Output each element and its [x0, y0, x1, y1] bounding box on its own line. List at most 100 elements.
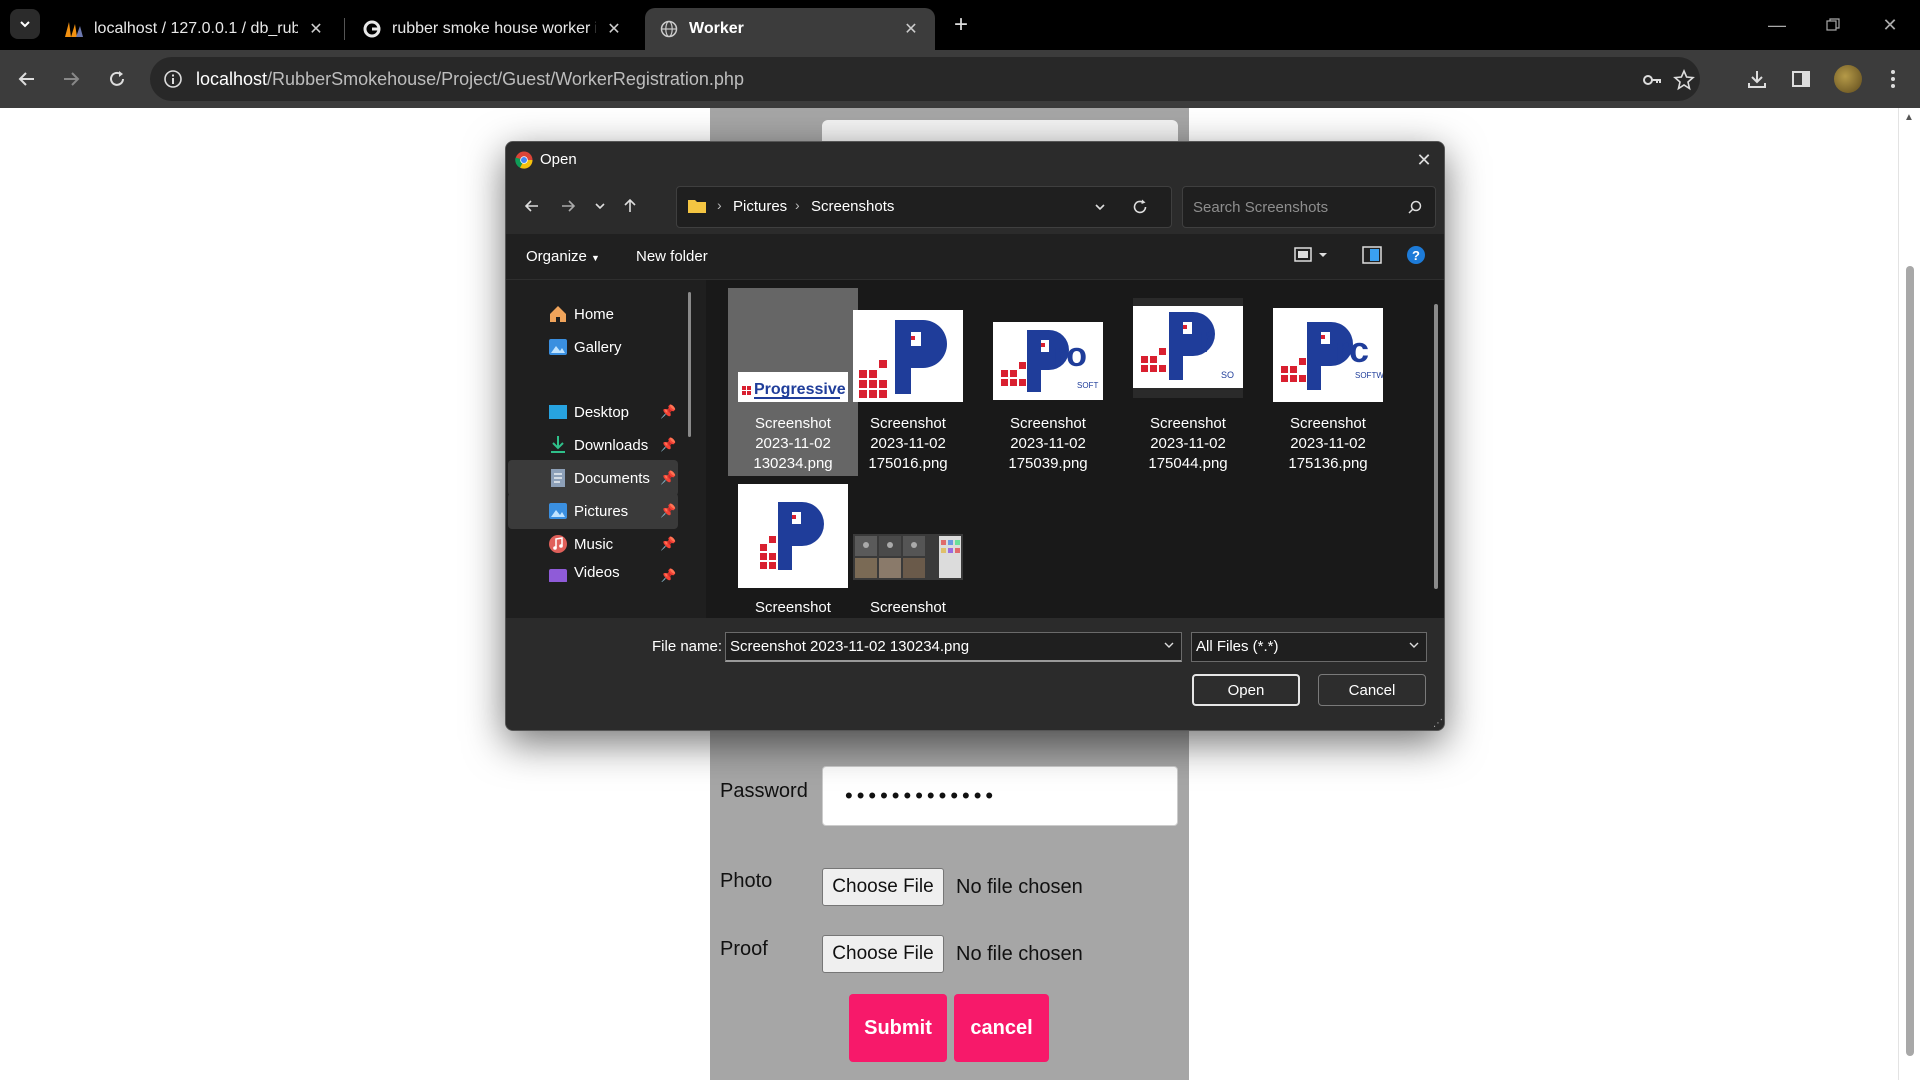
file-item[interactable]: ro SOFT Screenshot 2023-11-02 175039.png	[983, 288, 1113, 476]
file-thumbnail	[738, 484, 848, 588]
up-arrow-icon[interactable]	[616, 192, 644, 220]
nav-item-desktop[interactable]: Desktop 📌	[508, 394, 678, 430]
nav-item-home[interactable]: Home	[508, 296, 678, 332]
nav-item-gallery[interactable]: Gallery	[508, 329, 678, 365]
url-path: /RubberSmokehouse/Project/Guest/WorkerRe…	[267, 69, 744, 89]
close-tab-icon[interactable]: ✕	[901, 19, 921, 39]
photo-label: Photo	[720, 870, 773, 892]
globe-icon	[659, 19, 679, 39]
file-name-value: Screenshot 2023-11-02 130234.png	[730, 638, 970, 655]
close-tab-icon[interactable]: ✕	[306, 19, 326, 39]
file-thumbnail: r SO	[1133, 298, 1243, 398]
dialog-nav-pane: Home Gallery Desktop 📌 Downloads 📌 Docum…	[506, 280, 706, 618]
address-dropdown-icon[interactable]	[1093, 200, 1107, 219]
file-thumbnail	[853, 310, 963, 402]
cancel-button[interactable]: cancel	[954, 994, 1049, 1062]
side-panel-icon[interactable]	[1786, 64, 1816, 94]
forward-icon[interactable]	[56, 64, 86, 94]
pin-icon[interactable]: 📌	[660, 437, 676, 453]
back-icon[interactable]	[12, 64, 42, 94]
dialog-search-box[interactable]: Search Screenshots	[1182, 186, 1436, 228]
more-menu-icon[interactable]	[1878, 64, 1908, 94]
restore-icon[interactable]	[1818, 10, 1848, 40]
new-tab-button[interactable]: +	[948, 11, 974, 38]
tab-separator	[344, 18, 345, 40]
back-arrow-icon[interactable]	[518, 192, 546, 220]
minimize-icon[interactable]: —	[1762, 10, 1792, 40]
address-bar[interactable]: localhost/RubberSmokehouse/Project/Guest…	[150, 57, 1700, 101]
close-tab-icon[interactable]: ✕	[604, 19, 624, 39]
file-item[interactable]: Progressive Screenshot 2023-11-02 130234.p…	[728, 288, 858, 476]
refresh-icon[interactable]	[1131, 198, 1149, 221]
breadcrumb-pictures[interactable]: Pictures	[733, 198, 787, 215]
resize-grip-icon[interactable]: ⋰	[1433, 718, 1443, 729]
view-options-icon[interactable]	[1294, 246, 1334, 268]
open-button[interactable]: Open	[1192, 674, 1300, 706]
dialog-cancel-button[interactable]: Cancel	[1318, 674, 1426, 706]
proof-choose-file-button[interactable]: Choose File	[822, 935, 944, 973]
new-folder-button[interactable]: New folder	[636, 248, 708, 265]
pin-icon[interactable]: 📌	[660, 503, 676, 519]
pin-icon[interactable]: 📌	[660, 536, 676, 552]
nav-item-downloads[interactable]: Downloads 📌	[508, 427, 678, 463]
reload-icon[interactable]	[102, 64, 132, 94]
pin-icon[interactable]: 📌	[660, 470, 676, 486]
submit-button[interactable]: Submit	[849, 994, 947, 1062]
tab-worker[interactable]: Worker ✕	[645, 8, 935, 50]
tab-google-search[interactable]: rubber smoke house worker in ✕	[348, 8, 638, 50]
thumbnail-logo-text: Progressive	[754, 381, 846, 398]
chrome-icon	[515, 151, 533, 169]
file-open-dialog: Open ✕ › Pictures › Screenshots Search S…	[505, 141, 1445, 731]
nav-item-music[interactable]: Music 📌	[508, 526, 678, 562]
page-scrollbar[interactable]: ▲	[1898, 108, 1920, 1080]
dialog-address-bar[interactable]: › Pictures › Screenshots	[676, 186, 1172, 228]
tab-search-button[interactable]	[10, 9, 40, 39]
file-name-label: Screenshot 2023-11-02 175136.png	[1288, 415, 1368, 472]
photo-choose-file-button[interactable]: Choose File	[822, 868, 944, 906]
password-input[interactable]: •••••••••••••	[822, 766, 1178, 826]
forward-arrow-icon[interactable]	[554, 192, 582, 220]
file-item[interactable]: rc SOFTW Screenshot 2023-11-02 175136.png	[1263, 288, 1393, 476]
thumbnail-logo-text: SOFT	[1077, 381, 1098, 390]
recent-locations-icon[interactable]	[586, 192, 614, 220]
nav-item-videos[interactable]: Videos 📌	[508, 558, 678, 582]
photo-file-status: No file chosen	[956, 876, 1083, 898]
preview-pane-icon[interactable]	[1362, 246, 1382, 268]
pin-icon[interactable]: 📌	[660, 404, 676, 420]
close-window-icon[interactable]: ✕	[1875, 10, 1905, 40]
tab-title: localhost / 127.0.0.1 / db_rubbe	[94, 20, 298, 37]
caret-down-icon: ▼	[591, 253, 600, 263]
desktop-icon	[549, 405, 567, 419]
file-name-input[interactable]: Screenshot 2023-11-02 130234.png	[725, 632, 1182, 662]
file-item[interactable]: Screenshot 2023-11-02 175016.png	[843, 288, 973, 476]
pin-icon[interactable]: 📌	[660, 568, 676, 582]
organize-menu[interactable]: Organize ▼	[526, 248, 600, 265]
home-icon	[550, 306, 566, 322]
profile-avatar[interactable]	[1834, 65, 1862, 93]
dialog-close-icon[interactable]: ✕	[1412, 148, 1436, 172]
bookmark-star-icon[interactable]	[1672, 68, 1696, 92]
nav-label: Documents	[574, 469, 650, 487]
nav-pane-scrollbar[interactable]	[688, 292, 691, 437]
breadcrumb-screenshots[interactable]: Screenshots	[811, 198, 894, 215]
pictures-icon	[549, 503, 567, 519]
file-name-field-label: File name:	[652, 638, 723, 655]
download-icon[interactable]	[1742, 64, 1772, 94]
search-icon[interactable]	[1407, 199, 1423, 220]
tab-strip: localhost / 127.0.0.1 / db_rubbe ✕ rubbe…	[0, 0, 1920, 50]
scroll-thumb[interactable]	[1906, 266, 1914, 1056]
password-key-icon[interactable]	[1640, 68, 1664, 92]
google-icon	[362, 19, 382, 39]
phpmyadmin-icon	[64, 19, 84, 39]
file-item[interactable]: r SO Screenshot 2023-11-02 175044.png	[1123, 288, 1253, 476]
scroll-up-icon[interactable]: ▲	[1904, 112, 1914, 123]
tab-phpmyadmin[interactable]: localhost / 127.0.0.1 / db_rubbe ✕	[50, 8, 340, 50]
site-info-icon[interactable]	[162, 68, 184, 90]
help-icon[interactable]: ?	[1406, 245, 1426, 269]
nav-item-documents[interactable]: Documents 📌	[508, 460, 678, 496]
file-pane-scrollbar[interactable]	[1434, 304, 1438, 589]
file-type-dropdown-icon	[1408, 639, 1420, 654]
file-name-dropdown-icon[interactable]	[1163, 639, 1175, 654]
file-type-select[interactable]: All Files (*.*)	[1191, 632, 1427, 662]
nav-item-pictures[interactable]: Pictures 📌	[508, 493, 678, 529]
